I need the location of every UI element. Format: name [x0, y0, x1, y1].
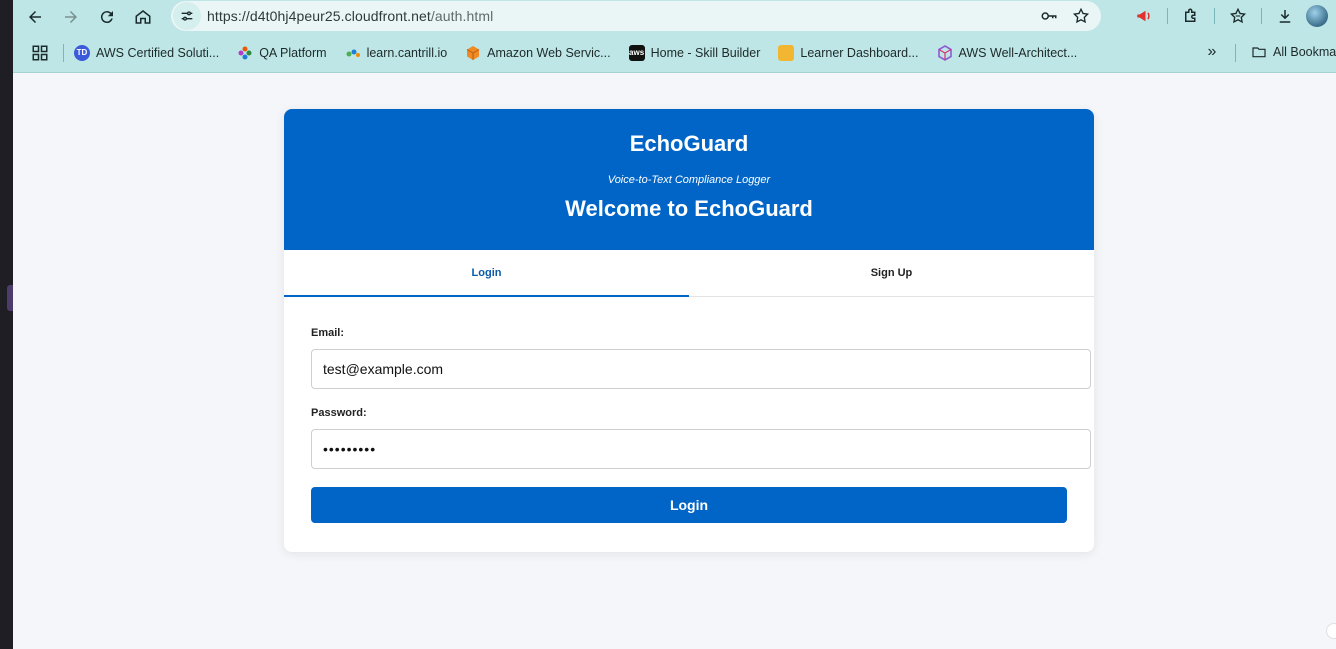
extensions-button[interactable] [1176, 2, 1206, 30]
pinwheel-icon [237, 45, 253, 61]
toolbar-divider [1261, 8, 1262, 24]
folder-icon [1252, 47, 1266, 58]
os-taskbar-edge [0, 0, 13, 649]
bookmark-label: QA Platform [259, 45, 327, 60]
forward-button[interactable] [57, 3, 85, 31]
bookmark-label: AWS Well-Architect... [958, 45, 1078, 60]
bookmark-item[interactable]: AWS Well-Architect... [937, 44, 1078, 61]
auth-card: EchoGuard Voice-to-Text Compliance Logge… [284, 109, 1094, 552]
key-icon [1041, 12, 1057, 20]
hex-icon [937, 44, 953, 61]
back-button[interactable] [21, 3, 49, 31]
password-label: Password: [311, 407, 367, 419]
tab-login[interactable]: Login [284, 250, 689, 297]
arrow-right-icon [65, 10, 77, 23]
download-icon [1279, 10, 1291, 23]
arrow-left-icon [29, 10, 41, 23]
bookmark-label: AWS Certified Soluti... [96, 45, 220, 60]
aws-cube-icon [465, 45, 481, 61]
toolbar-divider [1214, 8, 1215, 24]
apps-button[interactable] [27, 40, 53, 66]
browser-toolbar: https://d4t0hj4peur25.cloudfront.net/aut… [13, 0, 1336, 33]
bookmark-star-button[interactable] [1069, 4, 1093, 28]
tune-icon [181, 11, 193, 21]
favorites-button[interactable] [1223, 2, 1253, 30]
bookmark-item[interactable]: learn.cantrill.io [345, 45, 448, 61]
puzzle-icon [1185, 8, 1196, 22]
email-field[interactable] [311, 349, 1091, 389]
email-label: Email: [311, 327, 345, 339]
reload-icon [100, 10, 113, 23]
aws-icon: aws [628, 44, 645, 61]
brand-title: EchoGuard [629, 131, 749, 156]
star-icon [1072, 7, 1090, 24]
taskbar-accent [7, 285, 13, 311]
box-icon [778, 44, 795, 61]
site-info-button[interactable] [173, 2, 201, 30]
tab-signup[interactable]: Sign Up [689, 250, 1094, 296]
login-form: Email: Password: Login [284, 297, 1094, 523]
all-bookmarks-label: All Bookma [1273, 45, 1336, 59]
home-icon [135, 9, 151, 24]
reload-button[interactable] [93, 3, 121, 31]
bookmarks-bar: TD AWS Certified Soluti... QA Platform le… [13, 33, 1336, 73]
welcome-heading: Welcome to EchoGuard [565, 196, 813, 221]
tagline: Voice-to-Text Compliance Logger [607, 174, 771, 186]
all-bookmarks-button[interactable]: All Bookma [1251, 44, 1336, 60]
bookmark-label: learn.cantrill.io [366, 45, 448, 60]
toolbar-divider [1167, 8, 1168, 24]
profile-avatar[interactable] [1306, 5, 1328, 27]
bookmarks-divider [1235, 44, 1236, 62]
url-path: /auth.html [430, 8, 494, 24]
bookmark-item[interactable]: aws Home - Skill Builder [628, 44, 761, 61]
url-host: https://d4t0hj4peur25.cloudfront.net [207, 8, 431, 24]
bookmark-item[interactable]: Amazon Web Servic... [465, 45, 611, 61]
megaphone-icon [1137, 10, 1150, 22]
bookmark-item[interactable]: TD AWS Certified Soluti... [74, 44, 220, 61]
bookmarks-divider [63, 43, 64, 62]
bookmark-label: Learner Dashboard... [800, 45, 919, 60]
password-key-button[interactable] [1037, 4, 1061, 28]
bookmark-label: Home - Skill Builder [650, 45, 761, 60]
floating-widget[interactable] [1326, 623, 1336, 639]
star-list-icon [1229, 7, 1247, 24]
card-header: EchoGuard Voice-to-Text Compliance Logge… [284, 109, 1094, 250]
password-field[interactable] [311, 429, 1091, 469]
url-text: https://d4t0hj4peur25.cloudfront.net/aut… [207, 8, 493, 24]
bookmark-item[interactable]: QA Platform [237, 45, 327, 61]
more-bookmarks-button[interactable]: » [1201, 41, 1223, 63]
bookmark-label: Amazon Web Servic... [487, 45, 611, 60]
td-icon: TD [74, 44, 90, 61]
dots-icon [345, 45, 361, 61]
downloads-button[interactable] [1270, 2, 1300, 30]
address-bar[interactable]: https://d4t0hj4peur25.cloudfront.net/aut… [171, 1, 1101, 31]
chevron-double-right-icon: » [1207, 43, 1217, 60]
home-button[interactable] [129, 3, 157, 31]
login-button[interactable]: Login [311, 487, 1067, 523]
bookmark-item[interactable]: Learner Dashboard... [778, 44, 919, 61]
grid-icon [32, 45, 48, 60]
auth-tabs: Login Sign Up [284, 250, 1094, 297]
extension-megaphone-button[interactable] [1129, 2, 1159, 30]
